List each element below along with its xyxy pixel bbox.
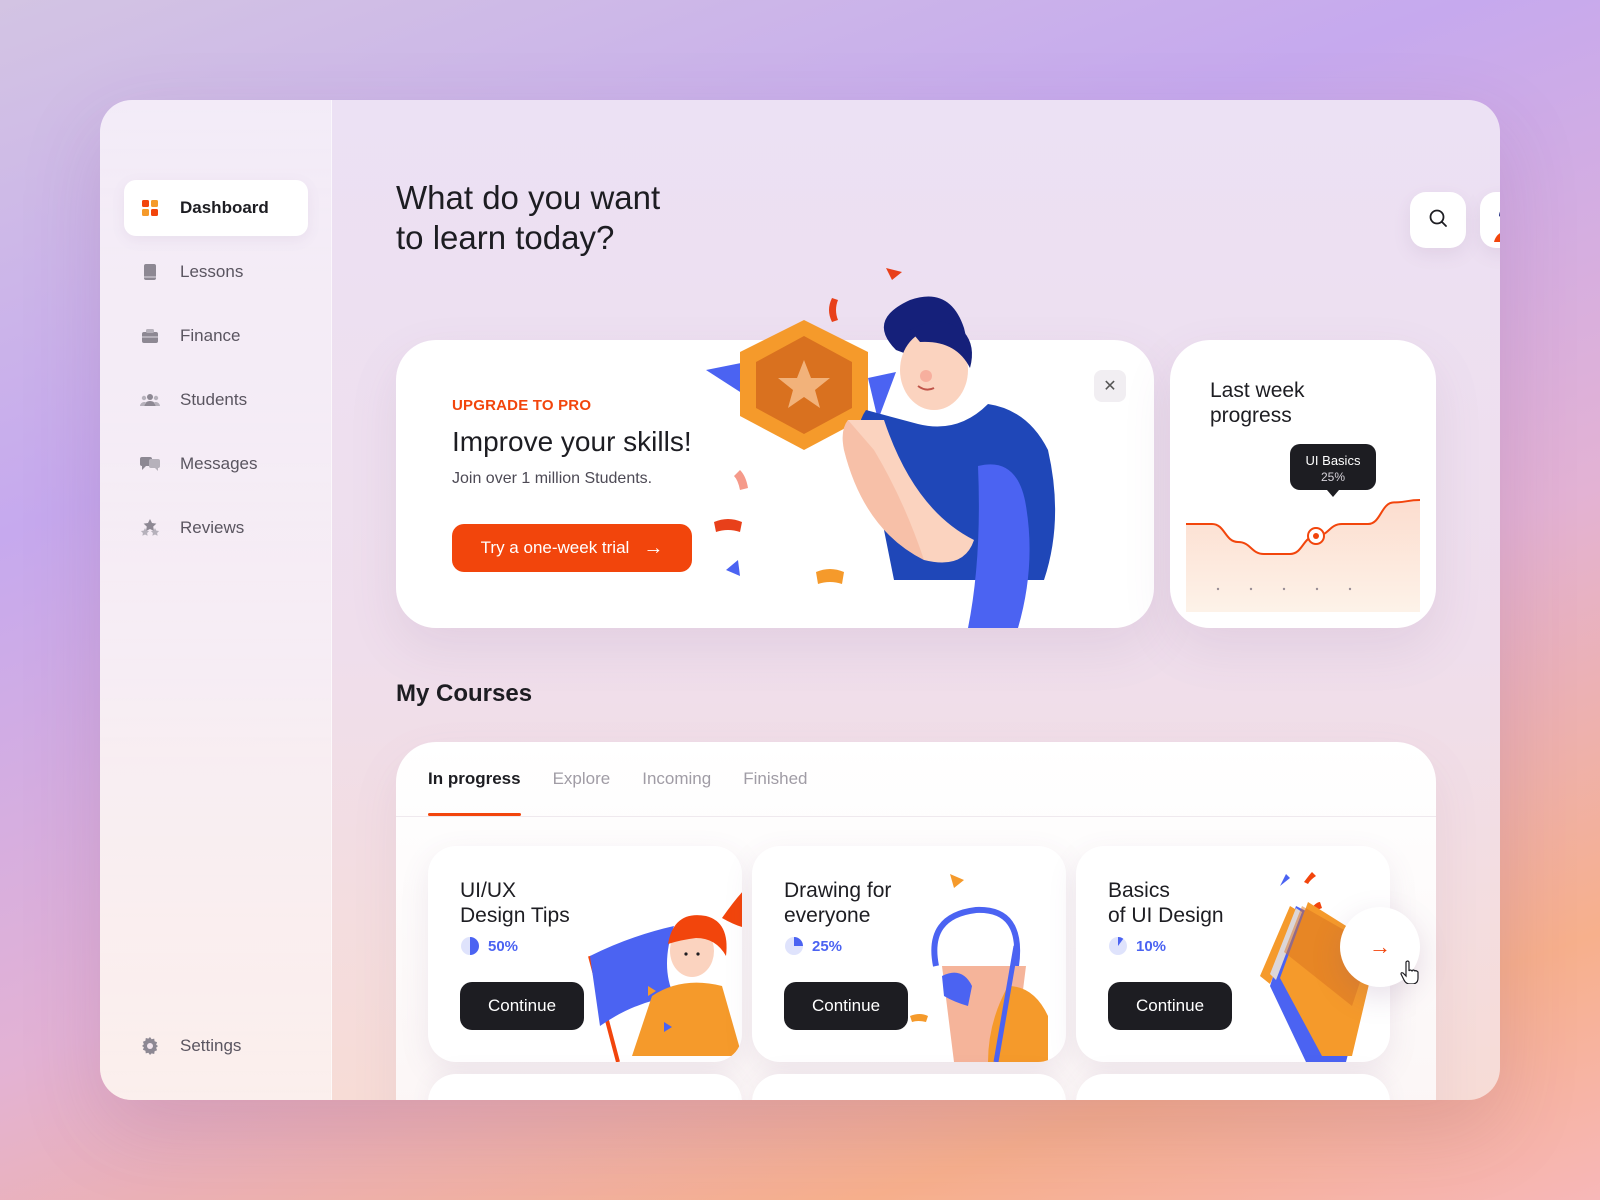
main-content: What do you want to learn today? UPGRADE…	[332, 100, 1500, 1100]
sidebar-item-dashboard[interactable]: Dashboard	[124, 180, 308, 236]
course-progress: 50%	[460, 936, 518, 956]
course-title-line1: Drawing for	[784, 879, 892, 902]
course-progress: 25%	[784, 936, 842, 956]
tab-in-progress[interactable]: In progress	[428, 742, 521, 816]
chart-tick-dot	[1216, 587, 1220, 591]
sidebar-item-students[interactable]: Students	[124, 372, 308, 428]
promo-subtitle: Join over 1 million Students.	[452, 470, 653, 487]
chart-tick-dot	[1348, 587, 1352, 591]
courses-panel: In progress Explore Incoming Finished UI…	[396, 742, 1436, 1100]
progress-pie-icon	[785, 937, 803, 955]
avatar-image	[1486, 199, 1500, 242]
sidebar-item-settings[interactable]: Settings	[124, 1018, 308, 1074]
sidebar-item-label: Dashboard	[180, 198, 269, 217]
app-window: Dashboard Lessons Finance Students Messa…	[100, 100, 1500, 1100]
trophy-illustration	[706, 268, 1056, 628]
avatar[interactable]	[1480, 192, 1500, 248]
course-card-next-row	[752, 1074, 1066, 1100]
progress-pie-icon	[461, 937, 479, 955]
girl-with-flag-illustration	[588, 892, 742, 1062]
course-title-line2: of UI Design	[1108, 904, 1224, 927]
sidebar-item-messages[interactable]: Messages	[124, 436, 308, 492]
promo-tag: UPGRADE TO PRO	[452, 397, 592, 414]
promo-title: Improve your skills!	[452, 426, 692, 457]
page-title-line2: to learn today?	[396, 219, 615, 256]
progress-line-chart: UI Basics 25%	[1186, 444, 1420, 612]
course-title-line2: everyone	[784, 904, 871, 927]
continue-button[interactable]: Continue	[784, 982, 908, 1030]
tooltip-value: 25%	[1321, 470, 1345, 484]
arrow-right-icon: →	[643, 536, 664, 559]
course-progress-value: 10%	[1136, 937, 1167, 955]
sidebar-item-label: Students	[180, 390, 248, 409]
people-icon	[140, 390, 160, 410]
sidebar-item-label: Messages	[180, 454, 258, 473]
gear-icon	[140, 1036, 160, 1056]
pie-slice	[794, 937, 803, 946]
sidebar-item-reviews[interactable]: Reviews	[124, 500, 308, 556]
page-title: What do you want to learn today?	[396, 178, 756, 258]
trial-button-label: Try a one-week trial	[480, 538, 630, 557]
chart-point-core	[1313, 533, 1319, 539]
chart-area	[1186, 500, 1420, 612]
course-progress-value: 25%	[812, 937, 843, 955]
book-icon	[140, 262, 160, 282]
sidebar-item-label: Reviews	[180, 518, 245, 537]
chart-tick-dot	[1282, 587, 1286, 591]
continue-button[interactable]: Continue	[1108, 982, 1232, 1030]
arrow-right-icon: →	[1369, 934, 1391, 959]
course-card-next-row	[428, 1074, 742, 1100]
search-button[interactable]	[1410, 192, 1466, 248]
chat-icon	[140, 454, 160, 474]
search-icon	[1428, 208, 1448, 233]
course-tabs: In progress Explore Incoming Finished	[428, 742, 807, 816]
tab-incoming[interactable]: Incoming	[642, 742, 711, 816]
sidebar-nav: Dashboard Lessons Finance Students Messa…	[124, 180, 308, 564]
wallet-icon	[140, 326, 160, 346]
my-courses-title: My Courses	[396, 680, 533, 707]
tab-divider	[396, 816, 1436, 817]
settings-label: Settings	[180, 1036, 242, 1055]
sidebar-item-finance[interactable]: Finance	[124, 308, 308, 364]
chart-tooltip: UI Basics 25%	[1290, 444, 1376, 497]
drawing-hand-illustration	[910, 874, 1048, 1062]
progress-title: Last week progress	[1210, 379, 1305, 427]
sidebar: Dashboard Lessons Finance Students Messa…	[100, 100, 332, 1100]
sidebar-item-lessons[interactable]: Lessons	[124, 244, 308, 300]
course-card[interactable]: Drawing for everyone 25% Continue	[752, 846, 1066, 1062]
continue-button[interactable]: Continue	[460, 982, 584, 1030]
course-title-line2: Design Tips	[460, 904, 570, 927]
weekly-progress-card: Last week progress UI Basics 25%	[1170, 340, 1436, 628]
tab-explore[interactable]: Explore	[553, 742, 611, 816]
trial-button[interactable]: Try a one-week trial →	[452, 524, 692, 572]
chart-highlight-point[interactable]	[1307, 527, 1325, 545]
tab-finished[interactable]: Finished	[743, 742, 807, 816]
upgrade-promo-card: UPGRADE TO PRO Improve your skills! Join…	[396, 268, 1154, 628]
stars-icon	[140, 518, 160, 538]
chart-tick-dot	[1315, 587, 1319, 591]
course-title-line1: Basics	[1108, 879, 1170, 902]
progress-pie-icon	[1109, 937, 1127, 955]
sidebar-item-label: Lessons	[180, 262, 244, 281]
chart-tick-dot	[1249, 587, 1253, 591]
dashboard-icon	[140, 198, 160, 218]
pie-slice	[470, 937, 479, 955]
course-title-line1: UI/UX	[460, 879, 517, 902]
sidebar-item-label: Finance	[180, 326, 241, 345]
hand-cursor-icon	[1400, 960, 1419, 984]
course-progress-value: 50%	[488, 937, 519, 955]
tooltip-title: UI Basics	[1306, 453, 1361, 468]
course-card[interactable]: UI/UX Design Tips 50% Continue	[428, 846, 742, 1062]
close-button[interactable]: ✕	[1094, 370, 1126, 402]
close-icon: ✕	[1103, 378, 1117, 395]
course-progress: 10%	[1108, 936, 1166, 956]
course-card-next-row	[1076, 1074, 1390, 1100]
page-title-line1: What do you want	[396, 179, 661, 216]
